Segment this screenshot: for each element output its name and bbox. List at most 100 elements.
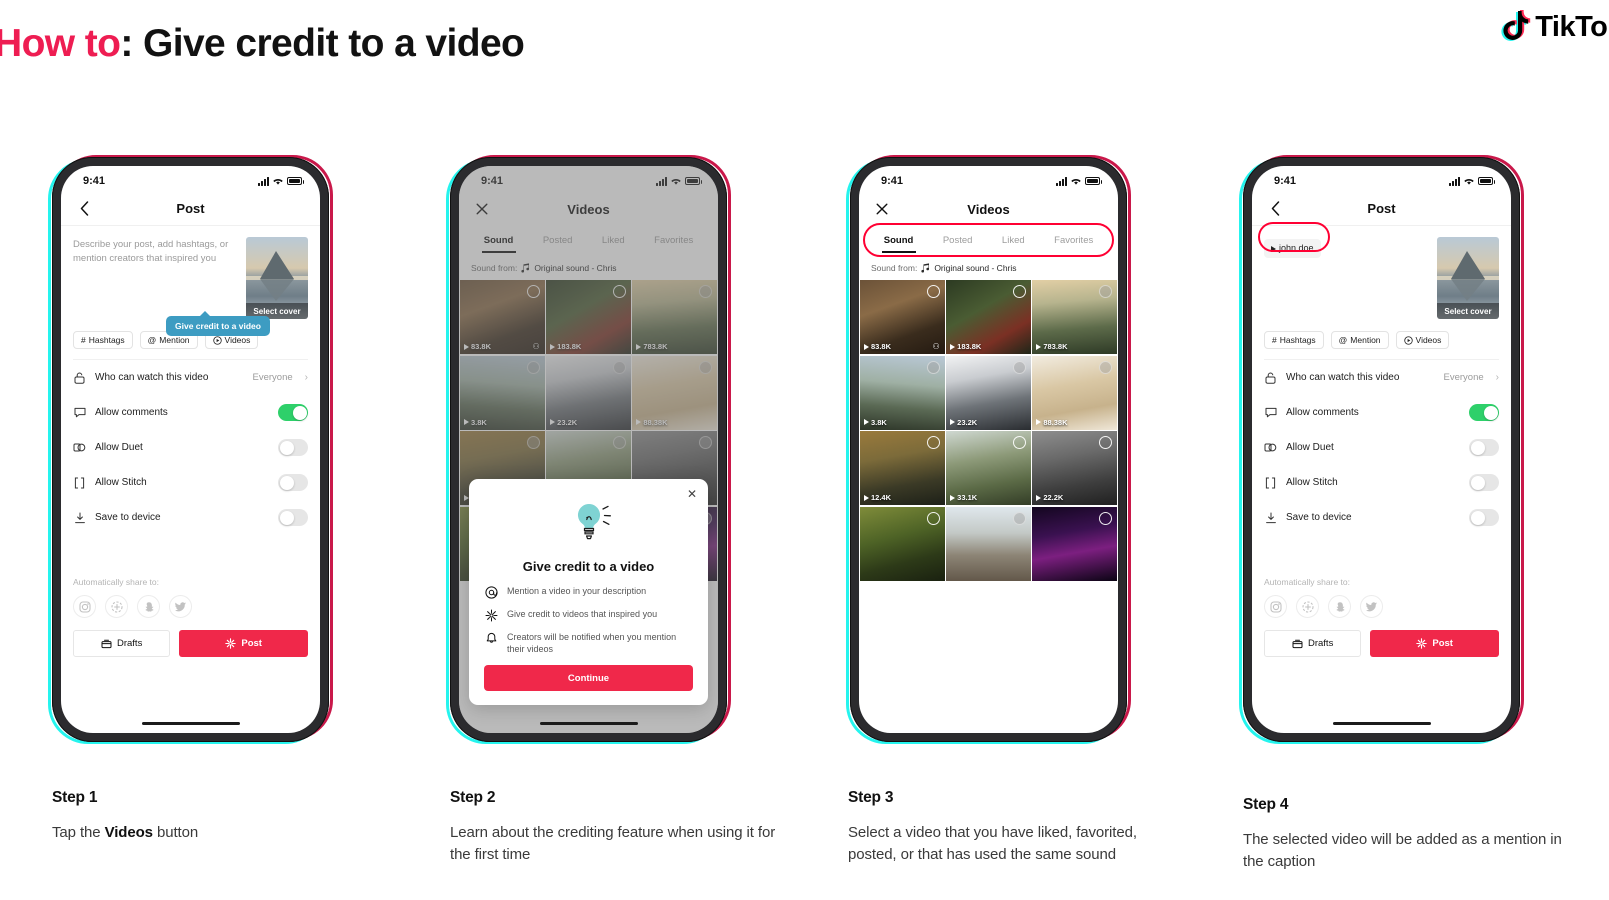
page-heading: Post — [1367, 201, 1396, 216]
close-icon[interactable] — [473, 200, 491, 218]
video-cell[interactable]: 22.2K — [1032, 431, 1117, 505]
select-circle-icon[interactable] — [612, 285, 626, 298]
tab-posted[interactable]: Posted — [941, 235, 975, 246]
select-circle-icon[interactable] — [526, 360, 540, 374]
select-circle-icon[interactable] — [926, 436, 940, 449]
video-cell[interactable]: 183.8K — [546, 280, 631, 354]
video-mention-chip[interactable]: john.doe — [1264, 239, 1321, 259]
close-icon[interactable] — [873, 200, 891, 218]
post-button[interactable]: Post — [1370, 630, 1499, 657]
select-circle-icon[interactable] — [612, 436, 626, 449]
row-allow-stitch[interactable]: Allow Stitch — [61, 465, 320, 500]
row-allow-stitch[interactable]: Allow Stitch — [1252, 465, 1511, 500]
tab-liked[interactable]: Liked — [600, 235, 627, 246]
play-icon — [950, 343, 956, 350]
cover-thumbnail[interactable]: Select cover — [246, 237, 308, 319]
select-circle-icon[interactable] — [612, 360, 626, 374]
toggle-save-to-device[interactable] — [278, 509, 308, 526]
add-circle-dashed-icon[interactable] — [1296, 595, 1319, 618]
video-cell[interactable]: 12.4K — [860, 431, 945, 505]
row-who-can-watch[interactable]: Who can watch this video Everyone › — [1252, 360, 1511, 395]
step-text: Select a video that you have liked, favo… — [848, 824, 1137, 863]
chip-videos[interactable]: Videos — [1395, 331, 1450, 349]
video-cell[interactable]: 783.8K — [1032, 280, 1117, 354]
music-note-icon — [521, 263, 530, 273]
toggle-save-to-device[interactable] — [1469, 509, 1499, 526]
continue-button[interactable]: Continue — [484, 665, 693, 691]
row-allow-comments[interactable]: Allow comments — [61, 395, 320, 430]
video-cell[interactable]: 33.1K — [946, 431, 1031, 505]
row-value: Everyone — [1443, 372, 1484, 383]
toggle-allow-comments[interactable] — [1469, 404, 1499, 421]
chip-hashtags[interactable]: # Hashtags — [1264, 331, 1324, 349]
chevron-left-icon[interactable] — [1266, 200, 1284, 218]
row-save-to-device[interactable]: Save to device — [1252, 500, 1511, 535]
video-cell[interactable]: 783.8K — [632, 280, 717, 354]
video-cell[interactable]: 83.8K ⚇ — [460, 280, 545, 354]
row-label: Allow Duet — [95, 442, 143, 453]
video-cell[interactable]: 183.8K — [946, 280, 1031, 354]
select-circle-icon[interactable] — [926, 360, 940, 374]
cover-reflection — [260, 279, 294, 301]
select-circle-icon[interactable] — [698, 360, 712, 374]
video-cell[interactable] — [860, 506, 945, 581]
tab-liked[interactable]: Liked — [1000, 235, 1027, 246]
snapchat-icon[interactable] — [1328, 595, 1351, 618]
toggle-allow-stitch[interactable] — [1469, 474, 1499, 491]
select-circle-icon[interactable] — [1098, 511, 1112, 525]
instagram-icon[interactable] — [1264, 595, 1287, 618]
video-cell[interactable] — [1032, 506, 1117, 581]
post-button[interactable]: Post — [179, 630, 308, 657]
video-cell[interactable]: 3.8K — [860, 355, 945, 430]
video-cell[interactable]: 23.2K — [546, 355, 631, 430]
select-circle-icon[interactable] — [1012, 436, 1026, 449]
select-circle-icon[interactable] — [1098, 436, 1112, 449]
twitter-icon[interactable] — [169, 595, 192, 618]
caption-input[interactable]: john.doe — [1264, 237, 1429, 319]
play-icon — [550, 419, 556, 425]
tab-favorites[interactable]: Favorites — [652, 235, 695, 246]
row-allow-duet[interactable]: Allow Duet — [1252, 430, 1511, 465]
select-circle-icon[interactable] — [1012, 511, 1026, 525]
video-cell[interactable] — [946, 506, 1031, 581]
select-circle-icon[interactable] — [926, 285, 940, 298]
select-circle-icon[interactable] — [526, 436, 540, 449]
toggle-allow-duet[interactable] — [1469, 439, 1499, 456]
select-circle-icon[interactable] — [526, 285, 540, 298]
select-circle-icon[interactable] — [1098, 360, 1112, 374]
toggle-allow-duet[interactable] — [278, 439, 308, 456]
snapchat-icon[interactable] — [137, 595, 160, 618]
video-cell[interactable]: 23.2K — [946, 355, 1031, 430]
tab-posted[interactable]: Posted — [541, 235, 575, 246]
row-allow-duet[interactable]: Allow Duet — [61, 430, 320, 465]
row-allow-comments[interactable]: Allow comments — [1252, 395, 1511, 430]
drafts-button[interactable]: Drafts — [73, 630, 171, 657]
twitter-icon[interactable] — [1360, 595, 1383, 618]
video-cell[interactable]: 88.38K — [632, 355, 717, 430]
chip-hashtags[interactable]: # Hashtags — [73, 331, 133, 349]
cover-thumbnail[interactable]: Select cover — [1437, 237, 1499, 319]
instagram-icon[interactable] — [73, 595, 96, 618]
tab-favorites[interactable]: Favorites — [1052, 235, 1095, 246]
select-circle-icon[interactable] — [698, 436, 712, 449]
add-circle-dashed-icon[interactable] — [105, 595, 128, 618]
caption-input[interactable]: Describe your post, add hashtags, or men… — [73, 237, 238, 319]
video-cell[interactable]: 83.8K ⚇ — [860, 280, 945, 354]
tab-sound[interactable]: Sound — [482, 235, 516, 246]
select-circle-icon[interactable] — [1012, 360, 1026, 374]
video-cell[interactable]: 3.8K — [460, 355, 545, 430]
select-circle-icon[interactable] — [1098, 285, 1112, 298]
chevron-left-icon[interactable] — [75, 200, 93, 218]
select-circle-icon[interactable] — [698, 285, 712, 298]
toggle-allow-stitch[interactable] — [278, 474, 308, 491]
row-save-to-device[interactable]: Save to device — [61, 500, 320, 535]
video-cell[interactable]: 88.38K — [1032, 355, 1117, 430]
tab-sound[interactable]: Sound — [882, 235, 916, 246]
toggle-allow-comments[interactable] — [278, 404, 308, 421]
drafts-button[interactable]: Drafts — [1264, 630, 1362, 657]
chip-mention[interactable]: @ Mention — [1330, 331, 1389, 349]
view-count: 23.2K — [550, 418, 577, 427]
select-circle-icon[interactable] — [1012, 285, 1026, 298]
row-who-can-watch[interactable]: Who can watch this video Everyone › — [61, 360, 320, 395]
select-circle-icon[interactable] — [926, 511, 940, 525]
